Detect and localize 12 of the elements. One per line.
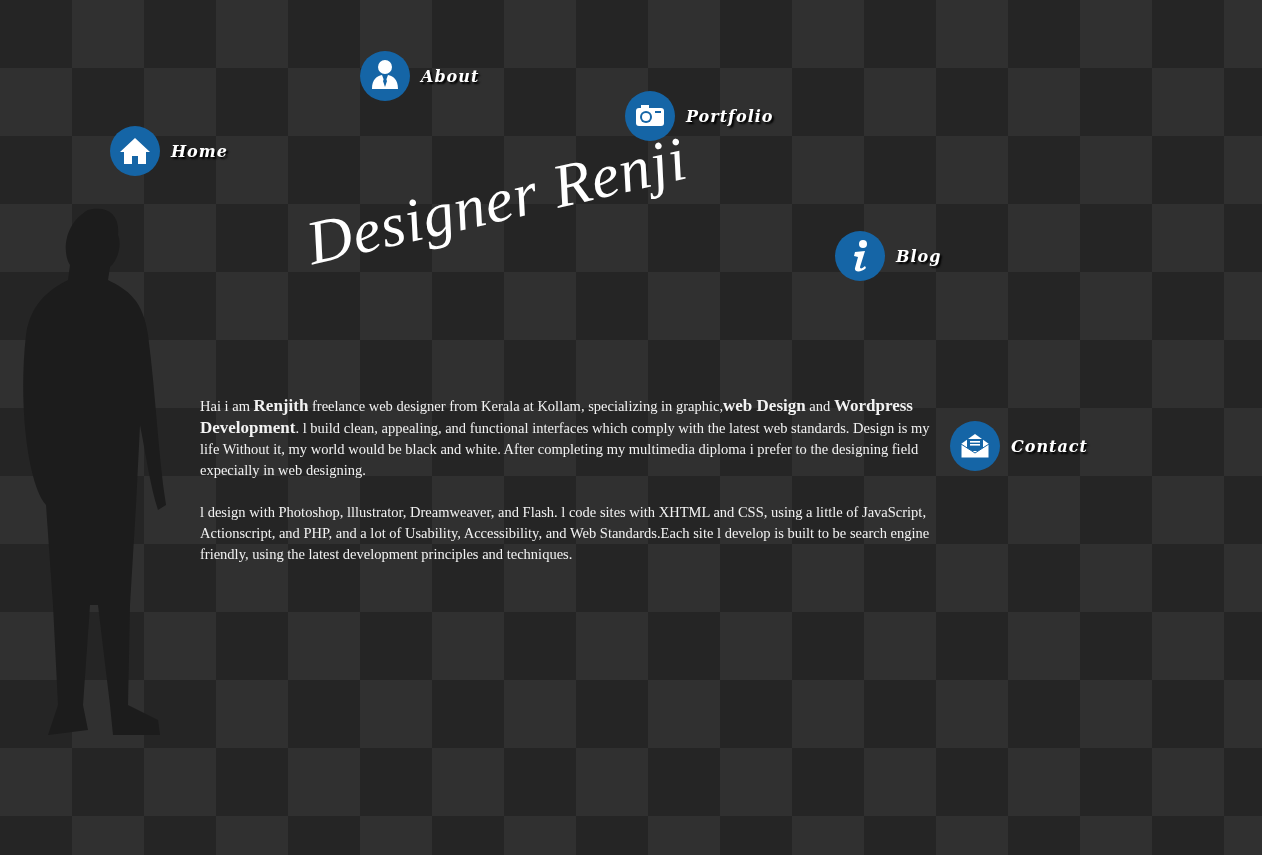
nav-link[interactable]: Contact (1011, 436, 1088, 456)
nav-link[interactable]: Blog (896, 246, 942, 266)
nav-link[interactable]: Home (171, 141, 228, 161)
home-icon[interactable] (110, 126, 160, 176)
logo-script-text: Designer Renji (300, 123, 694, 280)
nav-link[interactable]: Portfolio (686, 106, 774, 126)
intro-paragraph: l design with Photoshop, lllustrator, Dreamweaver, and Flash. l code sites with XHTML and CSS, using a little of JavaScript, Actionscript, and PHP, and a lot of Usability, Accessibility, and Web Standards.Each site l develop is built to be search engine friendly, using the latest development principles and techniques. (200, 503, 931, 564)
envelope-icon[interactable] (950, 421, 1000, 471)
intro-paragraph: Hai i am Renjith freelance web designer from Kerala at Kollam, specializing in graphic,web Design and Wordpress Development. l build clean, appealing, and functional interfaces which comply with the latest web standards. Design is my life Without it, my world would be black and white. After completing my multimedia diploma i prefer to the designing field expecially in web designing. (200, 395, 931, 480)
nav-link[interactable]: About (421, 66, 480, 86)
person-icon[interactable] (360, 51, 410, 101)
info-icon[interactable] (835, 231, 885, 281)
